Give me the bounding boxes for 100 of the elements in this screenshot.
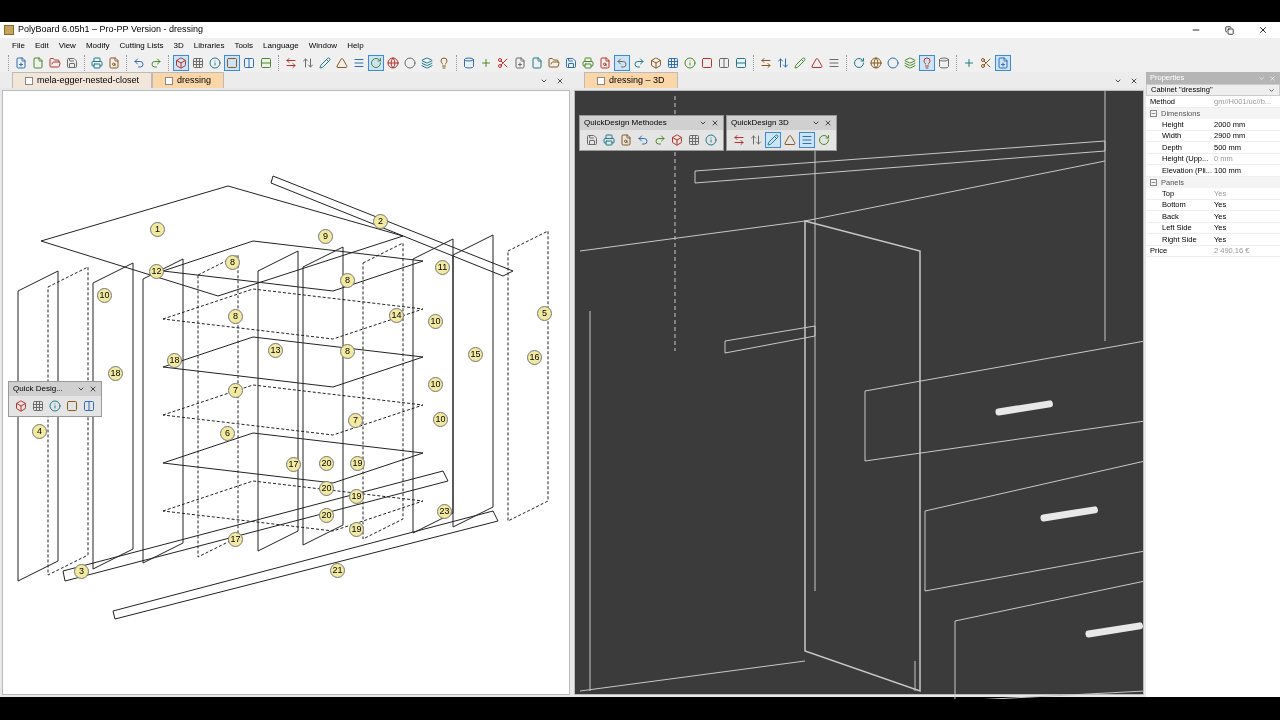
save-icon[interactable] <box>584 132 600 148</box>
columns-icon[interactable] <box>81 398 97 414</box>
preview-icon[interactable] <box>106 55 122 71</box>
new-file-icon[interactable] <box>512 55 528 71</box>
menu-item[interactable]: Edit <box>34 40 49 52</box>
menu-item[interactable]: Tools <box>234 40 254 52</box>
triangle-icon[interactable] <box>809 55 825 71</box>
rotate-icon[interactable] <box>368 55 384 71</box>
preview-icon[interactable] <box>597 55 613 71</box>
save-icon[interactable] <box>64 55 80 71</box>
menu-item[interactable]: Modify <box>85 40 110 52</box>
grid-icon[interactable] <box>30 398 46 414</box>
redo-icon[interactable] <box>148 55 164 71</box>
circle-icon[interactable] <box>885 55 901 71</box>
columns-icon[interactable] <box>716 55 732 71</box>
folder-icon[interactable] <box>47 55 63 71</box>
rows-icon[interactable] <box>733 55 749 71</box>
print-icon[interactable] <box>601 132 617 148</box>
close-icon[interactable] <box>556 77 564 85</box>
info-icon[interactable] <box>682 55 698 71</box>
menu-item[interactable]: Libraries <box>193 40 225 52</box>
part-number-marker: 23 <box>437 504 452 519</box>
cylinder-icon[interactable] <box>936 55 952 71</box>
triangle-icon[interactable] <box>334 55 350 71</box>
print-icon[interactable] <box>580 55 596 71</box>
grid-icon[interactable] <box>665 55 681 71</box>
close-icon[interactable] <box>1258 25 1268 35</box>
save-icon[interactable] <box>563 55 579 71</box>
pencil-icon[interactable] <box>765 132 781 148</box>
file-icon[interactable] <box>30 55 46 71</box>
close-icon[interactable] <box>1130 77 1138 85</box>
close-icon[interactable] <box>89 385 97 393</box>
rows-icon[interactable] <box>258 55 274 71</box>
vertical-arrows-icon[interactable] <box>775 55 791 71</box>
info-icon[interactable] <box>703 132 719 148</box>
new-file-icon[interactable] <box>995 55 1011 71</box>
horizontal-arrows-icon[interactable] <box>283 55 299 71</box>
new-file-icon[interactable] <box>13 55 29 71</box>
square-icon[interactable] <box>64 398 80 414</box>
menu-item[interactable]: Window <box>308 40 338 52</box>
cube-icon[interactable] <box>669 132 685 148</box>
globe-icon[interactable] <box>868 55 884 71</box>
redo-icon[interactable] <box>631 55 647 71</box>
collapse-icon[interactable] <box>1150 109 1157 117</box>
folder-icon[interactable] <box>546 55 562 71</box>
horizontal-arrows-icon[interactable] <box>758 55 774 71</box>
part-number-marker: 19 <box>349 489 364 504</box>
layers-icon[interactable] <box>902 55 918 71</box>
horizontal-arrows-icon[interactable] <box>731 132 747 148</box>
grid-icon[interactable] <box>686 132 702 148</box>
preview-icon[interactable] <box>618 132 634 148</box>
rotate-icon[interactable] <box>816 132 832 148</box>
close-icon[interactable] <box>711 119 719 127</box>
cube-icon[interactable] <box>13 398 29 414</box>
print-icon[interactable] <box>89 55 105 71</box>
layers-icon[interactable] <box>419 55 435 71</box>
square-icon[interactable] <box>699 55 715 71</box>
menu-item[interactable]: Language <box>263 40 299 52</box>
lightbulb-icon[interactable] <box>919 55 935 71</box>
square-icon[interactable] <box>224 55 240 71</box>
close-icon[interactable] <box>824 119 832 127</box>
dropdown-icon[interactable] <box>812 119 820 127</box>
app-logo-icon <box>4 25 14 35</box>
columns-icon[interactable] <box>241 55 257 71</box>
pencil-icon[interactable] <box>317 55 333 71</box>
dropdown-icon[interactable] <box>1114 77 1122 85</box>
undo-icon[interactable] <box>131 55 147 71</box>
restore-icon[interactable] <box>1225 25 1234 35</box>
cube-icon[interactable] <box>173 55 189 71</box>
collapse-icon[interactable] <box>1150 178 1157 186</box>
part-number-marker: 8 <box>340 344 355 359</box>
dropdown-icon[interactable] <box>540 77 548 85</box>
undo-icon[interactable] <box>614 55 630 71</box>
circle-icon[interactable] <box>402 55 418 71</box>
info-icon[interactable] <box>207 55 223 71</box>
document-tab[interactable]: dressing – 3D <box>584 72 678 88</box>
triangle-icon[interactable] <box>782 132 798 148</box>
cylinder-icon[interactable] <box>461 55 477 71</box>
vertical-arrows-icon[interactable] <box>748 132 764 148</box>
menu-item[interactable]: 3D <box>173 40 184 52</box>
menu-item[interactable]: View <box>58 40 76 52</box>
undo-icon[interactable] <box>635 132 651 148</box>
menu-item[interactable]: File <box>12 40 25 52</box>
dropdown-icon[interactable] <box>77 385 85 393</box>
pencil-icon[interactable] <box>792 55 808 71</box>
part-number-marker: 16 <box>527 350 542 365</box>
lines-icon[interactable] <box>799 132 815 148</box>
menu-item[interactable]: Cutting Lists <box>119 40 164 52</box>
globe-icon[interactable] <box>385 55 401 71</box>
document-tab[interactable]: mela-egger-nested-closet <box>12 72 153 88</box>
grid-icon[interactable] <box>190 55 206 71</box>
menu-item[interactable]: Help <box>347 40 364 52</box>
vertical-arrows-icon[interactable] <box>300 55 316 71</box>
redo-icon[interactable] <box>652 132 668 148</box>
document-tab[interactable]: dressing <box>152 72 225 88</box>
info-icon[interactable] <box>47 398 63 414</box>
dropdown-icon[interactable] <box>699 119 707 127</box>
cube-icon[interactable] <box>648 55 664 71</box>
file-icon[interactable] <box>529 55 545 71</box>
rotate-icon[interactable] <box>851 55 867 71</box>
